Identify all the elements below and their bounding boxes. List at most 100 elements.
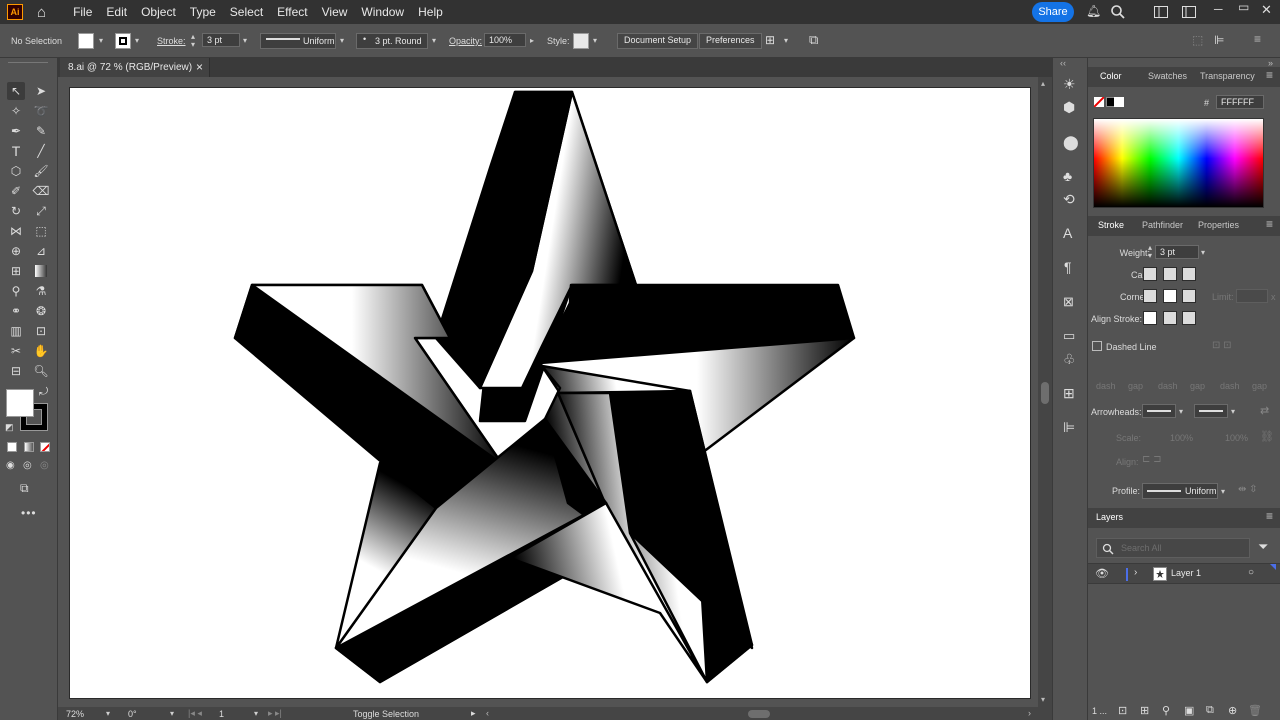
swap-arrowheads-icon[interactable]: ⇄	[1260, 404, 1269, 417]
shape-tool-icon[interactable]: ⬡	[7, 162, 25, 180]
start-arrowhead-select[interactable]	[1142, 404, 1176, 418]
new-sublayer-icon[interactable]: ⧉	[1206, 704, 1214, 717]
close-window-icon[interactable]: ✕	[1261, 2, 1272, 18]
vertical-scrollbar[interactable]: ▴ ▾	[1038, 77, 1052, 707]
layer-name[interactable]: Layer 1	[1171, 568, 1201, 578]
mesh-tool-icon[interactable]: ⊞	[7, 262, 25, 280]
align-inside-button[interactable]	[1163, 311, 1177, 325]
tab-properties[interactable]: Properties	[1198, 220, 1239, 230]
align-outside-button[interactable]	[1182, 311, 1196, 325]
visibility-eye-icon[interactable]: 👁︎	[1095, 567, 1109, 580]
white-swatch[interactable]	[1114, 97, 1124, 107]
puppet-icon[interactable]: ♣	[1063, 168, 1072, 184]
variable-width-profile[interactable]: Uniform	[260, 33, 336, 49]
eraser-tool-icon[interactable]: ⌫	[32, 182, 50, 200]
brush-definition[interactable]: • 3 pt. Round	[356, 33, 428, 49]
round-cap-button[interactable]	[1163, 267, 1177, 281]
round-join-button[interactable]	[1163, 289, 1177, 303]
pen-tool-icon[interactable]: ✒	[7, 122, 25, 140]
weight-field[interactable]: 3 pt	[1155, 245, 1199, 259]
chevron-down-icon[interactable]: ▾	[340, 36, 344, 45]
print-tiling-tool-icon[interactable]: ⊟	[7, 362, 25, 380]
scroll-left-icon[interactable]: ‹	[486, 708, 489, 718]
appearance-icon[interactable]: ☀	[1063, 76, 1076, 93]
menu-file[interactable]: File	[66, 5, 99, 19]
delete-layer-icon[interactable]: 🗑︎	[1248, 704, 1262, 717]
selection-tool-icon[interactable]: ↖	[7, 82, 25, 100]
panel-menu-icon[interactable]: ≡	[1266, 217, 1273, 231]
horizontal-scroll-thumb[interactable]	[748, 710, 770, 718]
butt-cap-button[interactable]	[1143, 267, 1157, 281]
chevron-down-icon[interactable]: ▾	[1221, 487, 1225, 496]
slice-tool-icon[interactable]: ✂	[7, 342, 25, 360]
screen-mode-icon[interactable]: ⧉	[20, 481, 29, 496]
gradient-mode-icon[interactable]	[24, 442, 34, 452]
document-tab[interactable]: 8.ai @ 72 % (RGB/Preview) ×	[60, 58, 210, 77]
status-menu-icon[interactable]: ▸	[471, 708, 476, 719]
rotation-value[interactable]: 0°	[128, 709, 137, 719]
workspace-icon[interactable]	[1182, 6, 1196, 18]
blend-tool-icon[interactable]: ⚭	[7, 302, 25, 320]
symbol-sprayer-tool-icon[interactable]: ❂	[32, 302, 50, 320]
target-icon[interactable]: ○	[1248, 567, 1254, 578]
style-swatch[interactable]	[573, 33, 589, 49]
eyedropper-tool-icon[interactable]: ⚲	[7, 282, 25, 300]
export-asset-icon[interactable]: ⊠	[1063, 294, 1074, 310]
draw-behind-icon[interactable]: ◎	[23, 460, 32, 471]
artboard-nav-icon[interactable]: |◂ ◂	[188, 708, 202, 719]
tab-swatches[interactable]: Swatches	[1148, 71, 1187, 81]
tab-color[interactable]: Color	[1100, 71, 1122, 81]
projecting-cap-button[interactable]	[1182, 267, 1196, 281]
chevron-down-icon[interactable]: ▾	[432, 36, 436, 45]
menu-window[interactable]: Window	[354, 5, 411, 19]
stepper-icon[interactable]: ▴ ▾	[191, 33, 195, 49]
maximize-icon[interactable]: ▭	[1238, 0, 1249, 14]
chevron-down-icon[interactable]: ▾	[106, 709, 110, 718]
lasso-tool-icon[interactable]: ➰	[32, 102, 50, 120]
color-mode-icon[interactable]	[7, 442, 17, 452]
layers-search-field[interactable]: Search All	[1096, 538, 1250, 558]
transform-icon[interactable]: ⊞	[1063, 385, 1075, 402]
menu-view[interactable]: View	[315, 5, 355, 19]
curvature-tool-icon[interactable]: ✎	[32, 122, 50, 140]
none-mode-icon[interactable]	[40, 442, 50, 452]
preferences-button[interactable]: Preferences	[699, 33, 762, 49]
rotate-tool-icon[interactable]: ↻	[7, 202, 25, 220]
tab-layers[interactable]: Layers	[1096, 512, 1123, 522]
chevron-down-icon[interactable]: ▾	[99, 36, 103, 45]
hex-field[interactable]: FFFFFF	[1216, 95, 1264, 109]
direct-selection-tool-icon[interactable]: ➤	[32, 82, 50, 100]
menu-select[interactable]: Select	[223, 5, 270, 19]
chevron-down-icon[interactable]: ▾	[1201, 248, 1205, 257]
chevron-down-icon[interactable]: ▾	[135, 36, 139, 45]
panel-menu-icon[interactable]: ≡	[1266, 509, 1273, 523]
export-icon[interactable]: ⧉	[809, 32, 818, 48]
draw-normal-icon[interactable]: ◉	[6, 460, 15, 471]
document-setup-button[interactable]: Document Setup	[617, 33, 699, 49]
eyedropper-alt-tool-icon[interactable]: ⚗	[32, 282, 50, 300]
fill-color-box[interactable]	[6, 389, 34, 417]
collect-export-icon[interactable]: ⊡	[1118, 704, 1127, 717]
none-swatch[interactable]	[1094, 97, 1104, 107]
end-arrowhead-select[interactable]	[1194, 404, 1228, 418]
profile-select[interactable]: Uniform	[1142, 483, 1218, 499]
symbols-icon[interactable]: ♧	[1063, 351, 1076, 368]
width-tool-icon[interactable]: ⋈	[7, 222, 25, 240]
locate-object-icon[interactable]: ⊞	[1140, 704, 1149, 717]
miter-join-button[interactable]	[1143, 289, 1157, 303]
graph-tool-icon[interactable]: ▥	[7, 322, 25, 340]
scroll-thumb[interactable]	[1041, 382, 1049, 404]
menu-help[interactable]: Help	[411, 5, 450, 19]
shape-builder-tool-icon[interactable]: ⊕	[7, 242, 25, 260]
fill-swatch[interactable]	[78, 33, 94, 49]
perspective-grid-tool-icon[interactable]: ⊿	[32, 242, 50, 260]
chevron-down-icon[interactable]: ▾	[1179, 407, 1183, 416]
artboard-tool-icon[interactable]: ⊡	[32, 322, 50, 340]
minimize-icon[interactable]: ─	[1214, 2, 1223, 16]
artboard-nav-next-icon[interactable]: ▸ ▸|	[268, 708, 282, 719]
hand-tool-icon[interactable]: ✋	[32, 342, 50, 360]
search-layers-icon[interactable]: ⚲	[1162, 704, 1170, 717]
share-button[interactable]: Share	[1032, 2, 1074, 22]
line-tool-icon[interactable]: ╱	[32, 142, 50, 160]
scroll-up-icon[interactable]: ▴	[1041, 79, 1045, 88]
